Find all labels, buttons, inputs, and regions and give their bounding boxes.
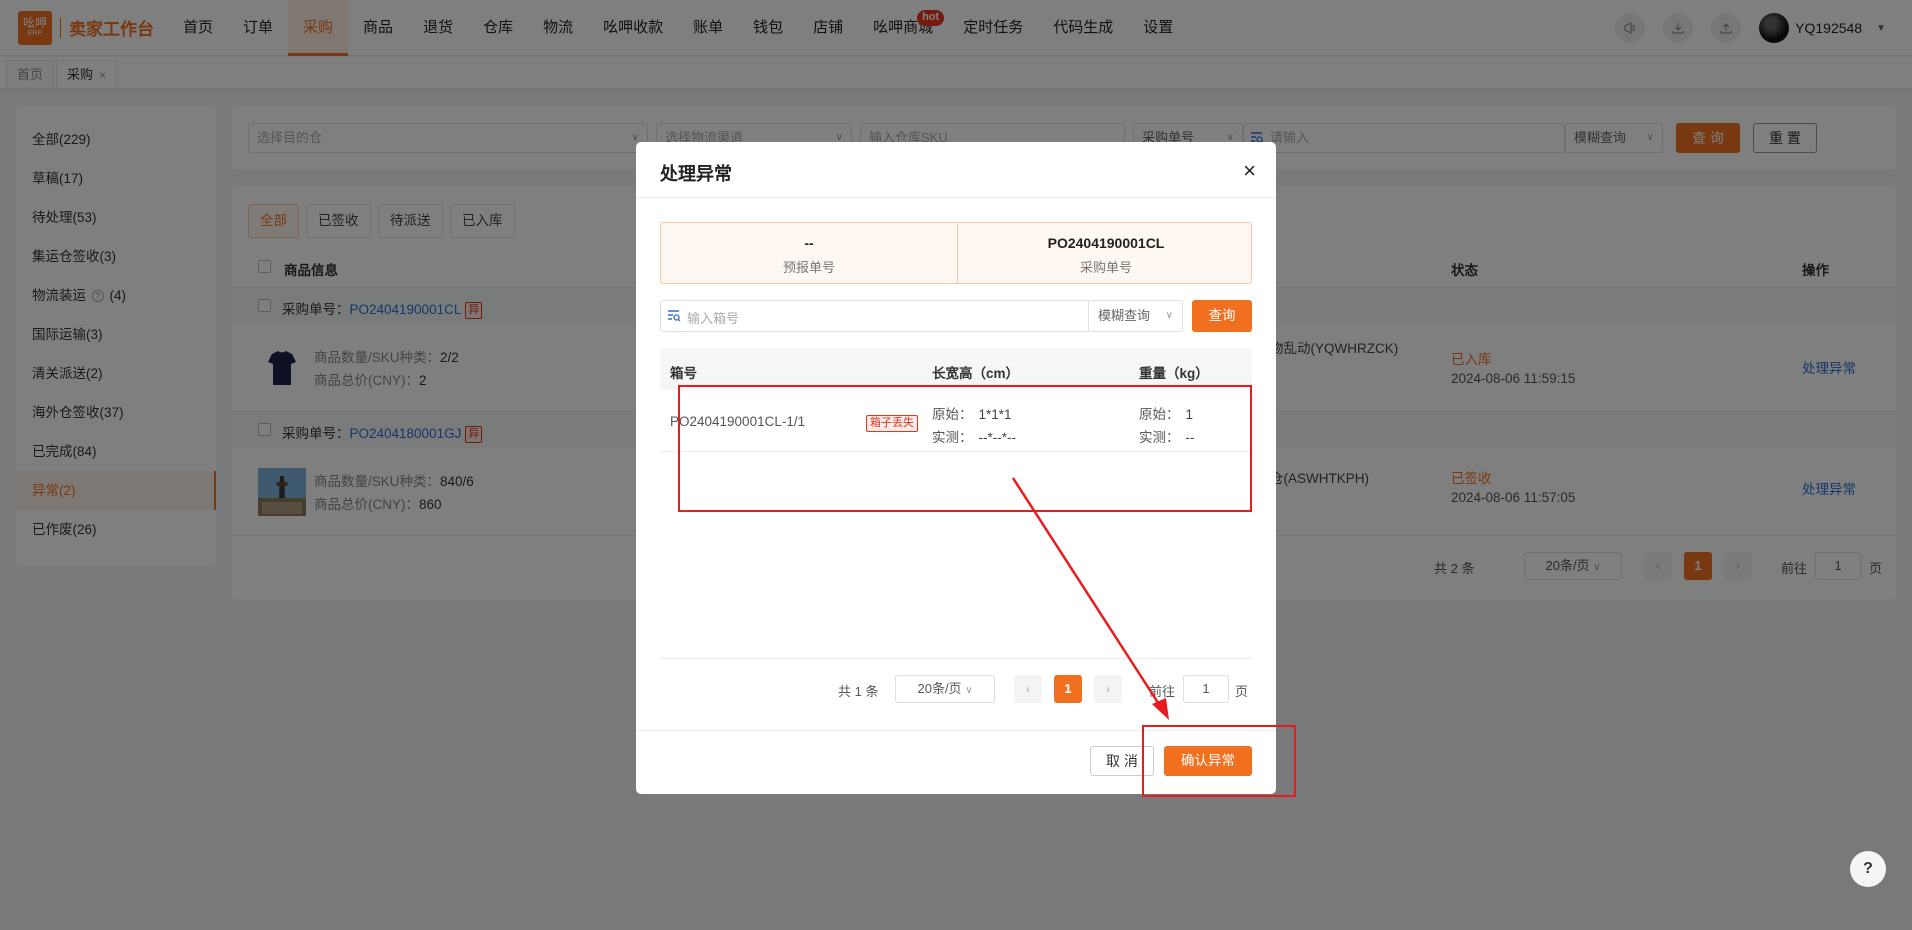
annotation-arrow-icon bbox=[1011, 477, 1169, 720]
help-button[interactable]: ? bbox=[1850, 851, 1886, 887]
